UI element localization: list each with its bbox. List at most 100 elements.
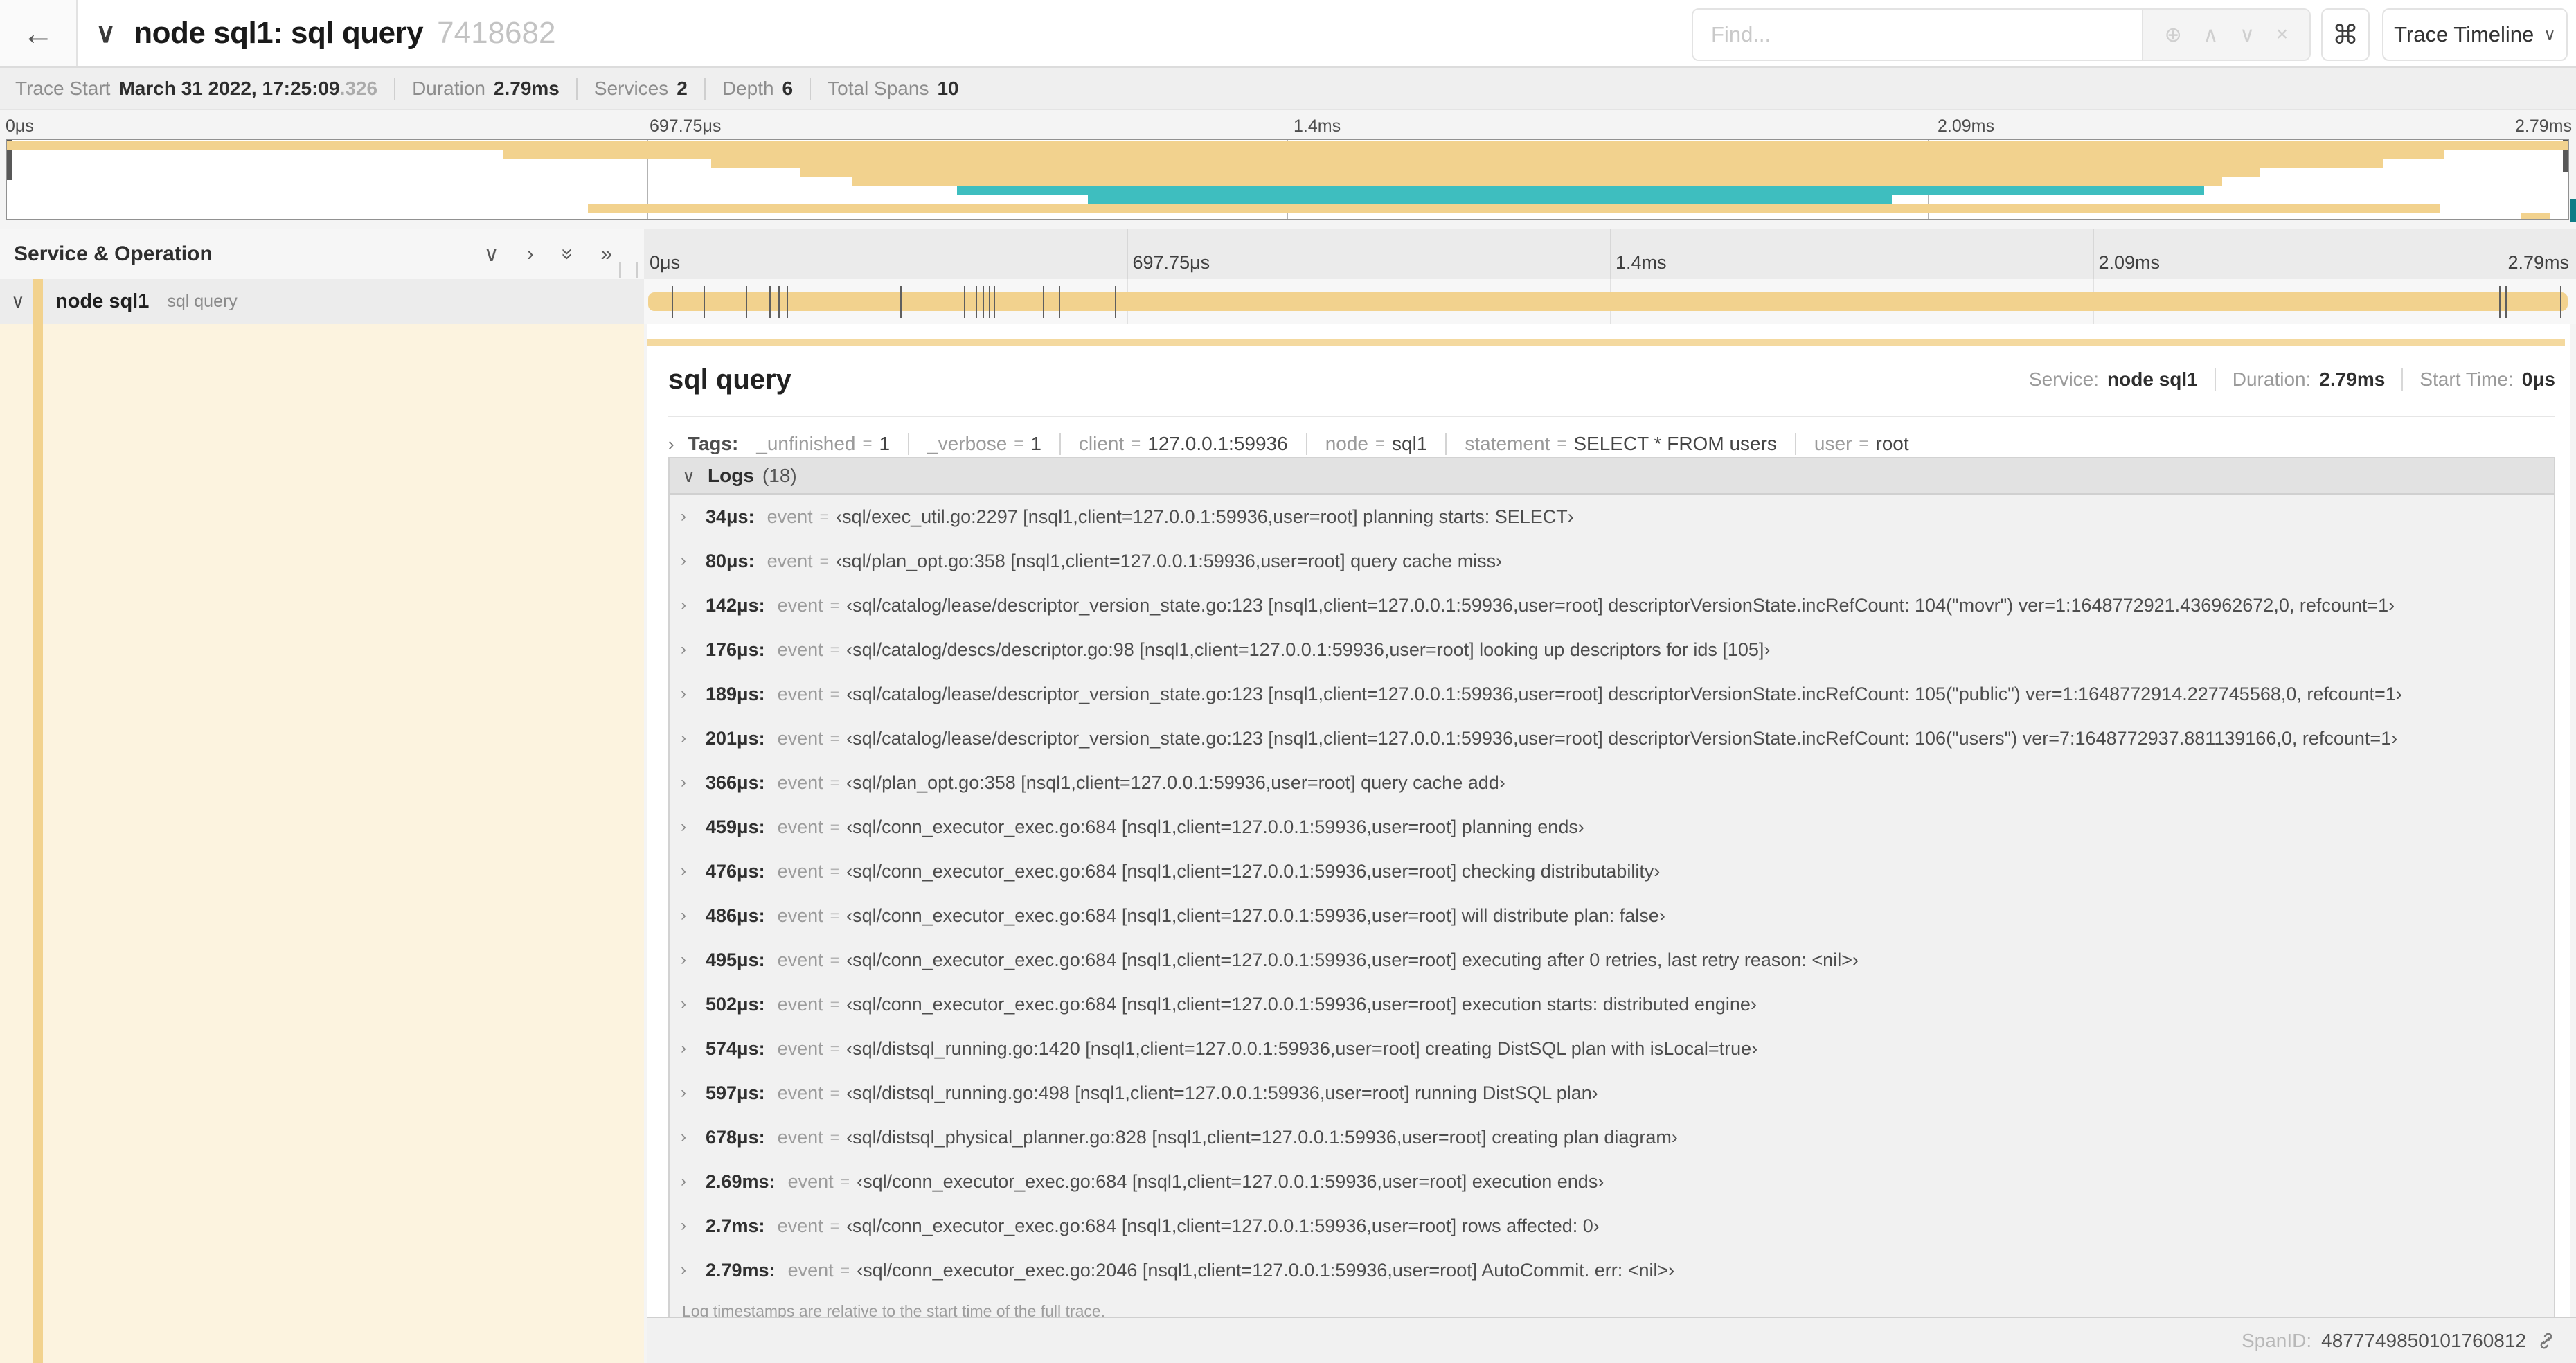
minimap-span-bar [503, 150, 2445, 159]
equals-sign: = [830, 640, 840, 659]
back-arrow-icon: ← [22, 15, 54, 51]
tags-accordion[interactable]: › Tags: _unfinished = 1 _verbose = 1 cli… [668, 428, 2555, 460]
logs-header[interactable]: ∨ Logs (18) [670, 458, 2554, 495]
log-field-value: ‹sql/conn_executor_exec.go:684 [nsql1,cl… [846, 816, 1584, 837]
log-entry[interactable]: › 678μs: event = ‹sql/distsql_physical_p… [670, 1115, 2554, 1159]
log-event-mark [963, 286, 965, 318]
log-entry[interactable]: › 574μs: event = ‹sql/distsql_running.go… [670, 1026, 2554, 1071]
top-bar: ← ∨ node sql1: sql query 7418682 ⊕ ∧ ∨ ×… [0, 0, 2576, 66]
tag-value: SELECT * FROM users [1573, 433, 1777, 454]
summary-value-suffix: .326 [339, 78, 378, 99]
chevron-right-icon: › [681, 507, 686, 526]
minimap-span-bar [800, 168, 2261, 177]
log-entry[interactable]: › 176μs: event = ‹sql/catalog/descs/desc… [670, 627, 2554, 672]
link-icon[interactable] [2536, 1330, 2557, 1351]
scrollbar-thumb[interactable] [2570, 199, 2576, 222]
logs-count: (18) [762, 465, 797, 486]
log-timestamp: 201μs: [706, 727, 765, 749]
equals-sign: = [1131, 434, 1141, 453]
expanded-row-left-column [0, 324, 644, 1363]
span-collapse-chevron-icon[interactable]: ∨ [11, 291, 36, 312]
log-entry[interactable]: › 486μs: event = ‹sql/conn_executor_exec… [670, 893, 2554, 938]
keyboard-shortcuts-button[interactable]: ⌘ [2321, 8, 2370, 61]
summary-value: 2 [677, 78, 688, 99]
equals-sign: = [830, 684, 840, 703]
minimap-span-bar [588, 204, 2440, 213]
detail-info-value: 2.79ms [2319, 368, 2386, 390]
equals-sign: = [830, 1039, 840, 1058]
tag-value: 1 [1030, 433, 1041, 454]
log-entry[interactable]: › 80μs: event = ‹sql/plan_opt.go:358 [ns… [670, 539, 2554, 583]
log-field-value: ‹sql/conn_executor_exec.go:684 [nsql1,cl… [846, 905, 1665, 926]
service-operation-header: Service & Operation ∨ › » » [0, 229, 644, 279]
log-entry[interactable]: › 2.69ms: event = ‹sql/conn_executor_exe… [670, 1159, 2554, 1204]
tag-item: statement = SELECT * FROM users [1445, 433, 1777, 455]
log-entry[interactable]: › 201μs: event = ‹sql/catalog/lease/desc… [670, 716, 2554, 760]
log-timestamp: 678μs: [706, 1126, 765, 1148]
log-field-key: event [777, 1082, 823, 1103]
log-entry[interactable]: › 476μs: event = ‹sql/conn_executor_exec… [670, 849, 2554, 893]
log-entry[interactable]: › 459μs: event = ‹sql/conn_executor_exec… [670, 805, 2554, 849]
span-row-name-cell[interactable]: ∨ node sql1 sql query [0, 279, 644, 324]
log-timestamp: 34μs: [706, 506, 755, 527]
log-field-key: event [777, 1037, 823, 1059]
column-resize-handle[interactable] [619, 262, 638, 278]
tag-key: _verbose [927, 433, 1008, 454]
next-result-icon[interactable]: ∨ [2239, 23, 2255, 47]
tag-key: statement [1465, 433, 1550, 454]
detail-info-value: 0μs [2521, 368, 2555, 390]
spanid-value: 4877749850101760812 [2321, 1329, 2526, 1351]
log-timestamp: 2.69ms: [706, 1170, 776, 1192]
span-footer-bar: SpanID: 4877749850101760812 [647, 1317, 2576, 1363]
find-tools: ⊕ ∧ ∨ × [2142, 10, 2309, 60]
span-row: ∨ node sql1 sql query [0, 279, 2576, 324]
span-operation-name: sql query [167, 292, 238, 311]
trace-view-selector[interactable]: Trace Timeline ∨ [2382, 8, 2568, 61]
span-detail-panel: sql query Service: node sql1 Duration: 2… [647, 324, 2570, 1333]
log-entry[interactable]: › 495μs: event = ‹sql/conn_executor_exec… [670, 938, 2554, 982]
trace-collapse-chevron-icon[interactable]: ∨ [96, 17, 116, 49]
log-field-value: ‹sql/catalog/descs/descriptor.go:98 [nsq… [846, 639, 1771, 660]
equals-sign: = [862, 434, 873, 453]
find-input[interactable] [1693, 10, 2142, 60]
back-button[interactable]: ← [0, 0, 78, 66]
log-entry[interactable]: › 597μs: event = ‹sql/distsql_running.go… [670, 1071, 2554, 1115]
timeline-ticks-header: 0μs 697.75μs 1.4ms 2.09ms 2.79ms [644, 229, 2576, 279]
log-field-key: event [777, 905, 823, 926]
expand-all-icon[interactable]: » [600, 242, 612, 266]
log-field-value: ‹sql/conn_executor_exec.go:684 [nsql1,cl… [846, 1215, 1600, 1236]
expand-one-icon[interactable]: › [527, 242, 534, 266]
trace-minimap[interactable] [6, 139, 2569, 220]
log-entry[interactable]: › 2.79ms: event = ‹sql/conn_executor_exe… [670, 1248, 2554, 1292]
log-field-key: event [777, 949, 823, 970]
equals-sign: = [1375, 434, 1386, 453]
log-entry[interactable]: › 189μs: event = ‹sql/catalog/lease/desc… [670, 672, 2554, 716]
divider [668, 416, 2555, 417]
log-entry[interactable]: › 142μs: event = ‹sql/catalog/lease/desc… [670, 583, 2554, 627]
collapse-all-icon[interactable]: » [555, 249, 579, 260]
minimap-tick: 1.4ms [1294, 116, 1341, 136]
summary-item: Trace Start March 31 2022, 17:25:09 .326 [15, 78, 377, 100]
log-entry[interactable]: › 34μs: event = ‹sql/exec_util.go:2297 [… [670, 495, 2554, 539]
equals-sign: = [830, 862, 840, 880]
tag-key: client [1078, 433, 1125, 454]
log-event-mark [988, 286, 990, 318]
chevron-right-icon: › [681, 1128, 686, 1146]
detail-info-label: Duration: [2232, 368, 2311, 390]
detail-info-item: Duration: 2.79ms [2214, 368, 2386, 391]
log-entry[interactable]: › 2.7ms: event = ‹sql/conn_executor_exec… [670, 1204, 2554, 1248]
prev-result-icon[interactable]: ∧ [2203, 23, 2218, 47]
summary-item: Duration 2.79ms [394, 78, 560, 100]
log-field-value: ‹sql/conn_executor_exec.go:684 [nsql1,cl… [846, 993, 1757, 1015]
minimap-tick-labels: 0μs 697.75μs 1.4ms 2.09ms 2.79ms [0, 110, 2576, 138]
collapse-one-icon[interactable]: ∨ [484, 242, 499, 267]
span-row-timeline-cell[interactable] [644, 279, 2576, 324]
log-entry[interactable]: › 502μs: event = ‹sql/conn_executor_exec… [670, 982, 2554, 1026]
log-timestamp: 495μs: [706, 949, 765, 970]
focus-target-icon[interactable]: ⊕ [2165, 23, 2182, 47]
log-field-key: event [777, 1126, 823, 1148]
log-entry[interactable]: › 366μs: event = ‹sql/plan_opt.go:358 [n… [670, 760, 2554, 805]
clear-search-icon[interactable]: × [2276, 23, 2289, 46]
log-timestamp: 2.79ms: [706, 1259, 776, 1281]
tag-key: node [1325, 433, 1368, 454]
